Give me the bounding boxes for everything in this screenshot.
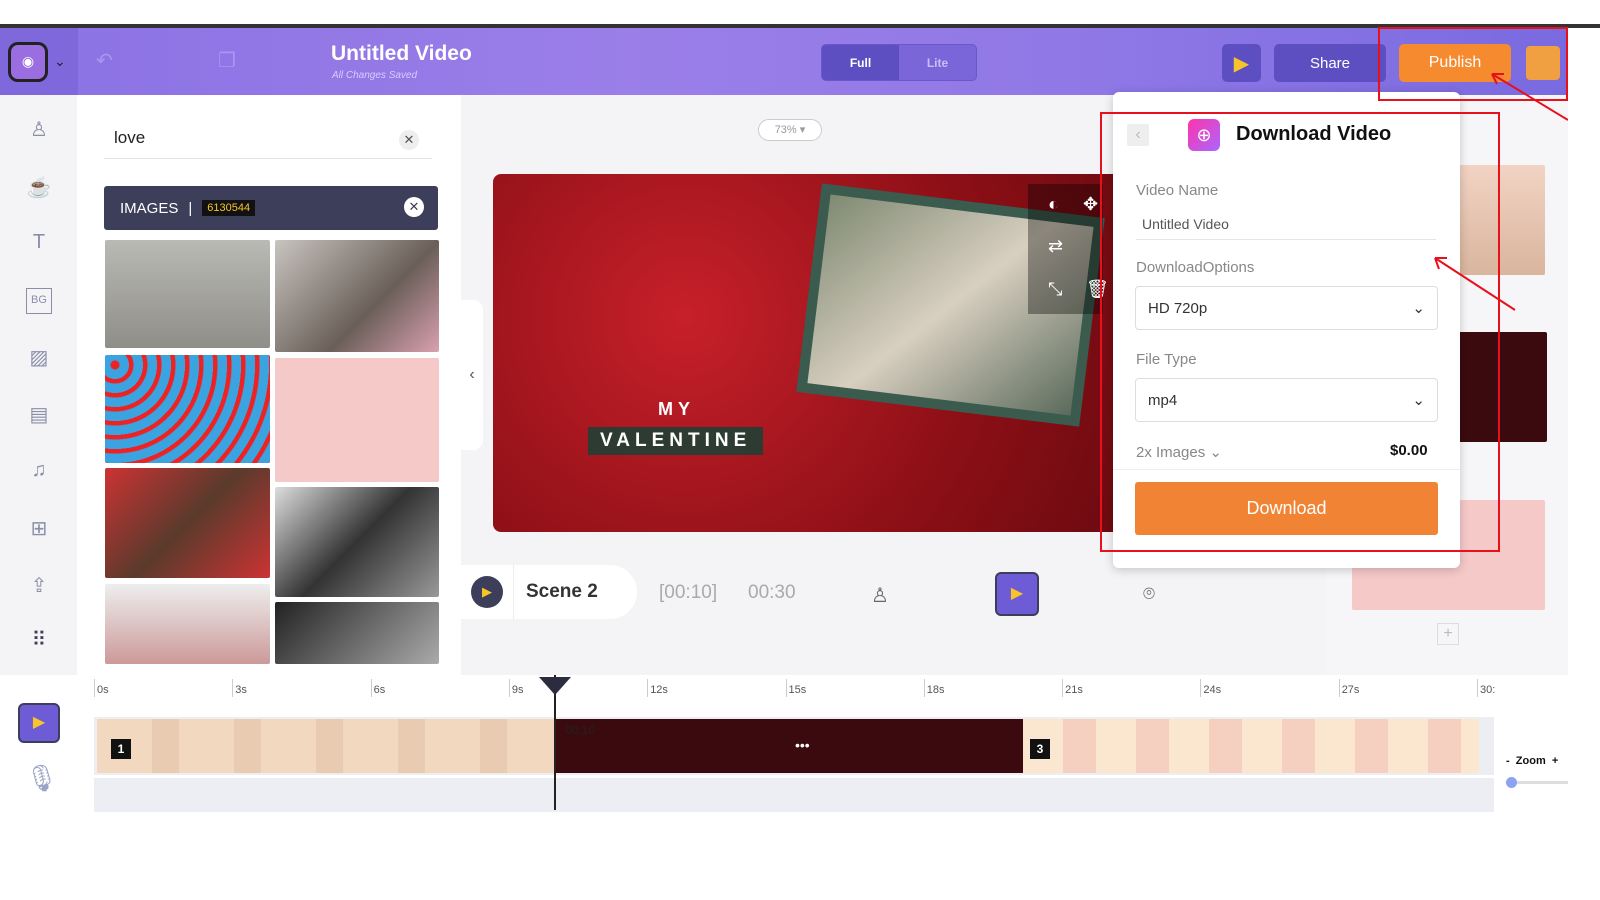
clear-search-icon[interactable]: ✕ bbox=[399, 130, 419, 150]
time-tick: 18s bbox=[923, 679, 945, 697]
add-scene-button[interactable]: + bbox=[1437, 623, 1459, 645]
left-toolbar: ♙ ☕ T BG ▨ ▤ ♫ ⊞ ⇪ ⠿ bbox=[0, 95, 77, 675]
segment-time: 00:10 bbox=[565, 723, 596, 737]
swap-icon[interactable]: ⇄ bbox=[1048, 236, 1063, 257]
more-options-icon[interactable]: ••• bbox=[795, 737, 810, 753]
time-tick: 6s bbox=[370, 679, 385, 697]
video-stage[interactable]: MY VALENTINE ◐ ✥ ⇄ ⤡ 🗑 bbox=[493, 174, 1133, 532]
image-result[interactable] bbox=[275, 487, 439, 597]
preview-play-button[interactable]: ▶ bbox=[1222, 44, 1261, 82]
playhead-handle[interactable] bbox=[539, 677, 571, 695]
more-apps-icon[interactable]: ⠿ bbox=[26, 627, 52, 653]
contrast-icon[interactable]: ◐ bbox=[1048, 194, 1059, 215]
mode-toggle[interactable]: Full Lite bbox=[821, 44, 977, 81]
logo-icon: ◉ bbox=[8, 41, 48, 82]
time-tick: 12s bbox=[647, 679, 668, 697]
element-tools: ◐ ✥ ⇄ ⤡ 🗑 bbox=[1028, 184, 1109, 314]
search-input[interactable]: love bbox=[114, 128, 145, 148]
music-icon[interactable]: ♫ bbox=[26, 459, 52, 485]
image-result[interactable] bbox=[105, 584, 270, 664]
time-tick: 24s bbox=[1200, 679, 1221, 697]
audio-track[interactable] bbox=[94, 778, 1494, 812]
search-underline bbox=[104, 158, 432, 159]
scene-track: 1 00:10 ••• 3 bbox=[94, 717, 1494, 775]
zoom-in-button[interactable]: + bbox=[1552, 755, 1558, 767]
stage-text-my[interactable]: MY bbox=[658, 399, 695, 420]
image-result[interactable] bbox=[105, 240, 270, 348]
video-track-icon[interactable]: ▶ bbox=[18, 703, 60, 743]
zoom-select[interactable]: 73% ▾ bbox=[758, 119, 822, 141]
scene-number: 3 bbox=[1030, 739, 1050, 759]
result-count: 6130544 bbox=[202, 200, 256, 216]
effects-icon[interactable]: ⊞ bbox=[26, 516, 52, 542]
video-scene-icon[interactable]: ▶ bbox=[995, 572, 1039, 616]
image-result[interactable] bbox=[105, 468, 270, 578]
scene-bar: ▶ Scene 2 bbox=[461, 565, 637, 619]
image-result[interactable] bbox=[105, 355, 270, 463]
close-filter-icon[interactable]: ✕ bbox=[404, 197, 424, 217]
time-tick: 15s bbox=[785, 679, 806, 697]
save-status: All Changes Saved bbox=[332, 70, 418, 81]
annotation-arrows bbox=[1434, 73, 1568, 311]
timeline: 0s 3s 6s 9s 12s 15s 18s 21s 24s 27s 30: ▶ 🎙 1 00:1… bbox=[0, 675, 1568, 812]
undo-icon[interactable]: ↶ bbox=[96, 48, 113, 73]
character-icon[interactable]: ♙ bbox=[871, 583, 889, 608]
scene-play-button[interactable]: ▶ bbox=[471, 576, 503, 608]
image-result[interactable] bbox=[275, 602, 439, 664]
background-icon[interactable]: BG bbox=[26, 288, 52, 314]
mode-full[interactable]: Full bbox=[822, 45, 899, 80]
duplicate-icon[interactable]: ❐ bbox=[218, 48, 236, 73]
images-filter-bar: IMAGES | 6130544 ✕ bbox=[104, 186, 438, 230]
scene-segment-3[interactable]: 3 bbox=[1023, 719, 1479, 773]
move-icon[interactable]: ✥ bbox=[1083, 194, 1098, 215]
scene-segment-1[interactable]: 1 bbox=[97, 719, 555, 773]
upload-icon[interactable]: ⇪ bbox=[26, 573, 52, 599]
character-icon[interactable]: ♙ bbox=[26, 117, 52, 143]
share-button[interactable]: Share bbox=[1274, 44, 1386, 82]
video-icon[interactable]: ▤ bbox=[26, 402, 52, 428]
screenshot-icon[interactable]: ⌾ bbox=[1143, 583, 1155, 606]
playhead[interactable] bbox=[554, 675, 556, 810]
text-icon[interactable]: T bbox=[26, 231, 52, 257]
image-result[interactable] bbox=[275, 358, 439, 482]
scene-name[interactable]: Scene 2 bbox=[513, 565, 598, 619]
time-tick: 21s bbox=[1062, 679, 1083, 697]
search-panel: love ✕ IMAGES | 6130544 ✕ bbox=[77, 95, 461, 675]
time-tick: 30: bbox=[1477, 679, 1495, 697]
timeline-zoom: - Zoom + bbox=[1506, 755, 1558, 767]
microphone-icon[interactable]: 🎙 bbox=[25, 763, 58, 794]
separator: | bbox=[188, 199, 193, 217]
time-tick: 9s bbox=[508, 679, 524, 697]
props-icon[interactable]: ☕ bbox=[26, 175, 52, 201]
scene-number: 1 bbox=[111, 739, 131, 759]
video-title[interactable]: Untitled Video bbox=[331, 42, 472, 66]
image-result[interactable] bbox=[275, 240, 439, 352]
top-header: ◉ ⌄ ↶ ❐ Untitled Video All Changes Saved … bbox=[0, 28, 1568, 95]
zoom-value: 73% bbox=[774, 124, 797, 136]
time-tick: 27s bbox=[1338, 679, 1359, 697]
app-menu[interactable]: ◉ ⌄ bbox=[0, 28, 78, 95]
zoom-label: Zoom bbox=[1515, 755, 1546, 767]
time-tick: 0s bbox=[94, 679, 109, 697]
scene-segment-2[interactable]: 00:10 ••• bbox=[555, 719, 1023, 773]
mode-lite[interactable]: Lite bbox=[899, 45, 976, 80]
shrink-icon[interactable]: ⤡ bbox=[1048, 279, 1062, 300]
time-ruler[interactable]: 0s 3s 6s 9s 12s 15s 18s 21s 24s 27s 30: bbox=[0, 675, 1568, 705]
scene-start: [00:10] bbox=[659, 582, 718, 603]
chevron-down-icon: ⌄ bbox=[54, 53, 66, 69]
time-tick: 3s bbox=[232, 679, 247, 697]
stage-text-valentine[interactable]: VALENTINE bbox=[588, 427, 764, 455]
collapse-panel-button[interactable]: ‹ bbox=[461, 300, 483, 450]
zoom-slider-knob[interactable] bbox=[1506, 777, 1517, 788]
image-icon[interactable]: ▨ bbox=[26, 345, 52, 371]
zoom-out-button[interactable]: - bbox=[1506, 755, 1510, 767]
scene-duration[interactable]: 00:30 bbox=[748, 582, 796, 604]
category-label: IMAGES bbox=[120, 199, 179, 217]
